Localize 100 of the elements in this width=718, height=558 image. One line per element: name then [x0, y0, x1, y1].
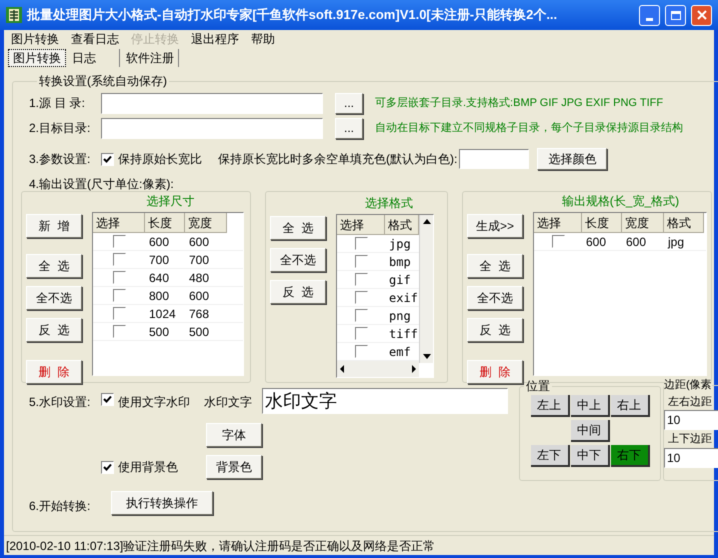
section-label: 4.输出设置(尺寸单位:像素):	[29, 176, 175, 191]
checkbox[interactable]	[354, 237, 368, 250]
table-cell-text: 600	[188, 234, 210, 250]
column-header[interactable]: 格式	[385, 215, 419, 235]
table-cell-text: emf	[388, 344, 412, 360]
panel-button[interactable]: 删 除	[467, 360, 523, 384]
close-button[interactable]	[691, 4, 712, 26]
panel-button[interactable]: 全 选	[467, 254, 523, 278]
check-icon	[103, 154, 112, 164]
menu-item[interactable]: 查看日志	[66, 30, 124, 48]
panel-button[interactable]: 生成>>	[467, 214, 523, 238]
table-cell-text: 800	[148, 288, 170, 304]
font-button[interactable]: 字体	[206, 423, 262, 447]
column-header[interactable]: 长度	[582, 213, 622, 233]
background-color-button[interactable]: 背景色	[206, 455, 262, 479]
checkbox[interactable]	[552, 235, 564, 248]
column-header[interactable]: 宽度	[185, 213, 227, 233]
menu-item[interactable]: 帮助	[246, 30, 280, 48]
checkbox[interactable]	[112, 253, 126, 266]
panel-button[interactable]: 全不选	[270, 248, 326, 272]
table-cell-text: jpg	[666, 234, 686, 250]
panel-button[interactable]: 反 选	[270, 280, 326, 304]
panel-button[interactable]: 新 增	[26, 214, 82, 238]
checkbox[interactable]	[112, 271, 126, 284]
position-button[interactable]: 中间	[570, 420, 610, 442]
field-label: 上下边距	[668, 432, 713, 447]
watermark-text-field[interactable]: 水印文字	[262, 388, 508, 414]
hint-text: 自动在目标下建立不同规格子目录，每个子目录保持源目录结构	[375, 120, 683, 136]
column-header[interactable]: 选择	[337, 215, 385, 235]
field-label: 5.水印设置:	[29, 394, 92, 411]
tab[interactable]: 软件注册	[122, 49, 179, 67]
panel-button[interactable]: 反 选	[467, 318, 523, 342]
tab[interactable]: 图片转换	[8, 49, 66, 67]
right-arrow-icon	[411, 365, 417, 373]
position-button[interactable]: 中上	[570, 395, 610, 417]
vertical-scrollbar[interactable]	[419, 215, 433, 363]
checkbox[interactable]	[112, 235, 126, 248]
column-header[interactable]: 宽度	[622, 213, 664, 233]
checkbox[interactable]	[354, 327, 368, 340]
browse-button[interactable]: ...	[335, 118, 363, 138]
menu-item[interactable]: 退出程序	[186, 30, 244, 48]
table-cell-text: 768	[188, 306, 210, 322]
field-label: 6.开始转换:	[29, 498, 92, 515]
panel-title: 选择格式	[364, 195, 414, 212]
checkbox[interactable]	[354, 255, 368, 268]
select-color-button[interactable]: 选择颜色	[537, 148, 608, 170]
panel-button[interactable]: 删 除	[26, 360, 82, 384]
color-field[interactable]	[459, 149, 530, 169]
group-title: 位置	[525, 378, 551, 395]
panel-button[interactable]: 反 选	[26, 318, 82, 342]
table-cell-text: 1024	[148, 306, 177, 322]
directory-field[interactable]	[101, 92, 323, 114]
table-cell-text: 700	[148, 252, 170, 268]
checkbox[interactable]	[101, 460, 114, 474]
column-header[interactable]: 格式	[664, 213, 704, 233]
table-cell-text: 600	[625, 234, 648, 250]
table-cell-text: 640	[148, 270, 170, 286]
horizontal-scrollbar[interactable]	[337, 361, 419, 377]
checkbox[interactable]	[112, 307, 126, 320]
checkbox[interactable]	[112, 289, 126, 302]
position-button[interactable]: 右上	[610, 395, 650, 417]
position-button[interactable]: 中下	[570, 445, 610, 467]
checkbox[interactable]	[101, 393, 114, 406]
checkbox[interactable]	[354, 273, 368, 286]
checkbox[interactable]	[354, 291, 368, 304]
table-cell-text: 600	[585, 234, 608, 250]
table-cell-text: gif	[388, 272, 412, 288]
checkbox-label: 使用背景色	[118, 459, 179, 476]
position-button[interactable]: 左上	[530, 395, 570, 417]
margin-field[interactable]: 10	[664, 448, 718, 468]
start-button[interactable]: 执行转换操作	[111, 491, 213, 515]
panel-button[interactable]: 全 选	[270, 216, 326, 240]
table-cell-text: jpg	[388, 236, 412, 252]
checkbox[interactable]	[354, 345, 368, 358]
panel-title: 选择尺寸	[146, 193, 196, 210]
directory-field[interactable]	[101, 118, 323, 138]
browse-button[interactable]: ...	[335, 92, 363, 114]
check-icon	[103, 395, 112, 404]
minimize-button[interactable]	[639, 4, 660, 26]
maximize-button[interactable]	[665, 4, 686, 26]
column-header[interactable]: 选择	[93, 213, 145, 233]
checkbox[interactable]	[101, 152, 114, 166]
checkbox-label: 保持原始长宽比	[118, 151, 202, 168]
checkbox[interactable]	[354, 309, 368, 322]
column-header[interactable]: 长度	[145, 213, 185, 233]
panel-button[interactable]: 全 选	[26, 254, 82, 278]
table-cell-text: 600	[148, 234, 170, 250]
tab[interactable]: 日志	[68, 49, 120, 67]
position-button[interactable]: 左下	[530, 445, 570, 467]
column-header[interactable]: 选择	[534, 213, 582, 233]
panel-button[interactable]: 全不选	[26, 286, 82, 310]
field-label: 左右边距	[668, 394, 713, 410]
panel-button[interactable]: 全不选	[467, 286, 523, 310]
position-button[interactable]: 右下	[610, 445, 650, 467]
hint-text: 可多层嵌套子目录.支持格式:BMP GIF JPG EXIF PNG TIFF	[375, 96, 664, 111]
margin-field[interactable]: 10	[664, 410, 718, 430]
field-label: 2.目标目录:	[29, 120, 92, 137]
menu-item[interactable]: 图片转换	[6, 30, 64, 48]
window-title: 批量处理图片大小格式-自动打水印专家[千鱼软件soft.917e.com]V1.0[未注册-只能转换2个...	[27, 6, 558, 24]
checkbox[interactable]	[112, 325, 126, 338]
